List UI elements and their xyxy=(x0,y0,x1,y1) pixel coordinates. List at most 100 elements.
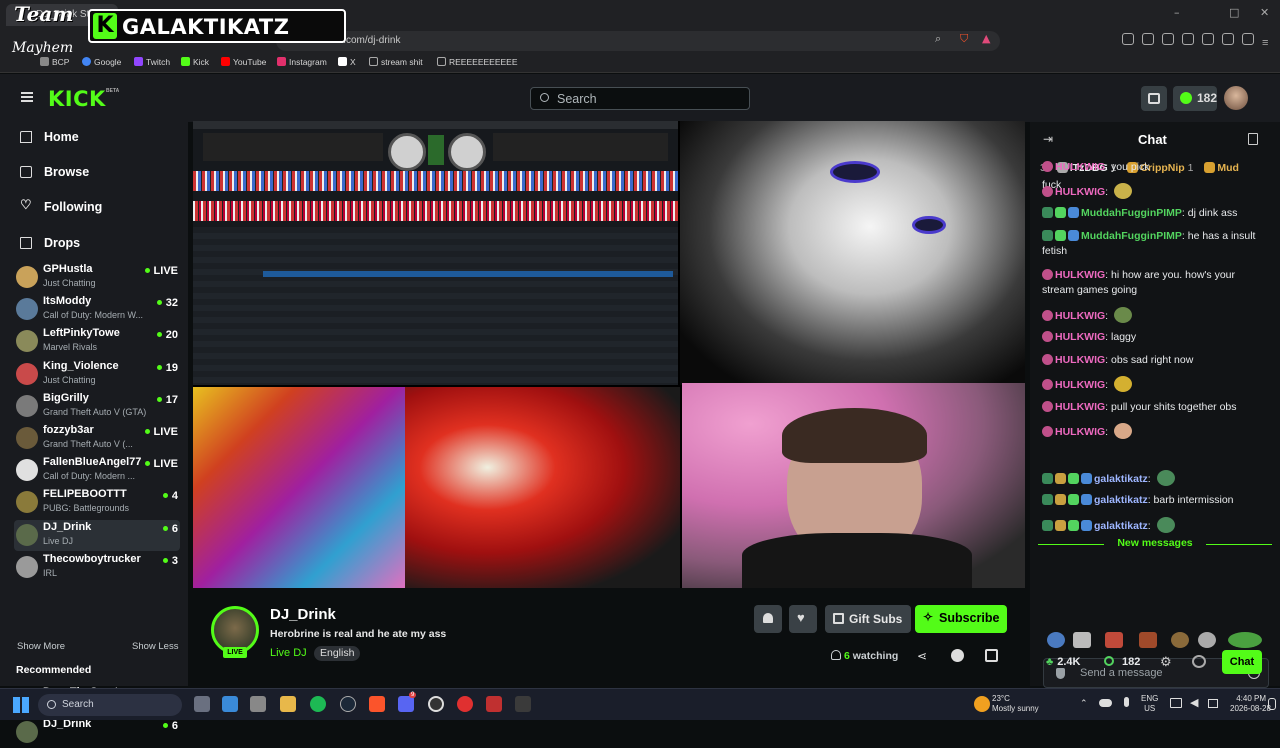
share-icon[interactable]: ⋖ xyxy=(917,649,930,663)
user-avatar[interactable] xyxy=(1224,86,1248,110)
chat-username[interactable]: HULKWIG xyxy=(1055,331,1105,343)
obs-icon[interactable] xyxy=(428,696,444,712)
emote-1-icon[interactable] xyxy=(1047,632,1065,648)
send-chat-button[interactable]: Chat xyxy=(1222,650,1262,674)
sidebar-channel[interactable]: DJ_Drink Live DJ 6 xyxy=(14,519,180,551)
language-indicator[interactable]: ENG US xyxy=(1141,694,1158,714)
sidebar-channel[interactable]: DJ_Drink 6 xyxy=(14,717,180,748)
collapse-chat-icon[interactable]: ⇥ xyxy=(1043,132,1053,146)
sidebar-channel[interactable]: FELIPEBOOTTT PUBG: Battlegrounds 4 xyxy=(14,487,180,518)
widgets-icon[interactable] xyxy=(222,696,238,712)
sidebar-channel[interactable]: King_Violence Just Chatting 19 xyxy=(14,359,180,390)
task-view-icon[interactable] xyxy=(194,696,210,712)
network-icon[interactable] xyxy=(1170,698,1182,708)
brave-shield-icon[interactable]: ⛉ xyxy=(960,32,968,46)
clock[interactable]: 4:40 PM 2026-08-28 xyxy=(1230,694,1271,714)
volume-icon[interactable]: ◀ xyxy=(1190,696,1198,709)
chat-username[interactable]: galaktikatz xyxy=(1094,473,1148,485)
stream-category[interactable]: Live DJ xyxy=(270,647,307,659)
calculator-icon[interactable] xyxy=(250,696,266,712)
leaderboard-icon[interactable] xyxy=(1248,133,1258,145)
language-tag[interactable]: English xyxy=(314,646,361,661)
extension-icon[interactable] xyxy=(1122,33,1134,45)
chat-username[interactable]: HULKWIG xyxy=(1055,379,1105,391)
bookmark-youtube[interactable]: YouTube xyxy=(221,57,266,67)
clip-icon[interactable] xyxy=(985,649,998,662)
emote-4-icon[interactable] xyxy=(1139,632,1157,648)
taskbar-search[interactable]: Search xyxy=(38,694,182,716)
follow-button[interactable]: ♥ xyxy=(789,605,817,633)
file-explorer-icon[interactable] xyxy=(280,696,296,712)
chat-username[interactable]: HULKWIG xyxy=(1055,310,1105,322)
bookmark-instagram[interactable]: Instagram xyxy=(277,57,327,67)
chat-username[interactable]: HULKWIG xyxy=(1055,354,1105,366)
layout-button[interactable] xyxy=(1141,86,1167,111)
wallet-icon[interactable] xyxy=(1202,33,1214,45)
rewards-icon[interactable]: ▲ xyxy=(982,32,990,45)
address-bar[interactable]: kick.com/dj-drink xyxy=(276,31,1000,51)
sidebar-channel[interactable]: FallenBlueAngel77 Call of Duty: Modern ..… xyxy=(14,455,180,486)
bookmark-icon[interactable] xyxy=(1162,33,1174,45)
hamburger-menu-icon[interactable] xyxy=(21,92,33,102)
notification-bell-button[interactable] xyxy=(754,605,782,633)
onedrive-icon[interactable] xyxy=(1099,699,1112,707)
chat-username[interactable]: HULKWIG xyxy=(1055,186,1105,198)
maximize-icon[interactable]: □ xyxy=(1229,6,1239,19)
chat-username[interactable]: HULKWIG xyxy=(1055,426,1105,438)
bookmark-google[interactable]: Google xyxy=(82,57,121,67)
chat-settings-icon[interactable]: ⚙ xyxy=(1160,654,1172,670)
show-less-button[interactable]: Show Less xyxy=(132,641,178,652)
menu-icon[interactable]: ≡ xyxy=(1262,33,1274,49)
vpn-icon[interactable] xyxy=(1222,33,1234,45)
show-more-button[interactable]: Show More xyxy=(17,641,65,652)
chat-username[interactable]: HULKWIG xyxy=(1055,161,1105,173)
chat-username[interactable]: MuddahFugginPIMP xyxy=(1081,230,1182,242)
weather-widget[interactable]: 23°C Mostly sunny xyxy=(992,694,1039,714)
sidebar-icon[interactable] xyxy=(1182,33,1194,45)
recorder-icon[interactable] xyxy=(457,696,473,712)
video-player[interactable] xyxy=(193,121,1025,588)
emote-5-icon[interactable] xyxy=(1171,632,1189,648)
kick-logo[interactable]: KICK xyxy=(48,87,106,111)
kicks-balance[interactable]: 182 xyxy=(1173,86,1217,111)
sidebar-channel[interactable]: BigGrilly Grand Theft Auto V (GTA) 17 xyxy=(14,391,180,422)
emote-6-icon[interactable] xyxy=(1198,632,1216,648)
emote-2-icon[interactable] xyxy=(1073,632,1091,648)
subscribe-button[interactable]: ✧ Subscribe xyxy=(915,605,1007,633)
bookmark-kick[interactable]: Kick xyxy=(181,57,209,67)
new-messages-divider[interactable]: New messages xyxy=(1038,537,1272,551)
sidebar-channel[interactable]: GPHustla Just Chatting LIVE xyxy=(14,262,180,293)
notifications-icon[interactable] xyxy=(1268,698,1276,710)
media-app-icon[interactable] xyxy=(486,696,502,712)
bookmark-bcp[interactable]: BCP xyxy=(40,57,69,67)
chat-users-icon[interactable] xyxy=(1192,655,1206,668)
pen-app-icon[interactable] xyxy=(515,696,531,712)
chat-username[interactable]: HULKWIG xyxy=(1055,269,1105,281)
microphone-icon[interactable] xyxy=(1124,697,1129,707)
sidebar-channel[interactable]: Thecowboytrucker IRL 3 xyxy=(14,552,180,583)
bookmark-twitch[interactable]: Twitch xyxy=(134,57,170,67)
discord-icon[interactable] xyxy=(398,696,414,712)
emote-7-icon[interactable] xyxy=(1228,632,1262,648)
battery-icon[interactable] xyxy=(1208,699,1218,708)
bookmark-folder-stream[interactable]: stream shit xyxy=(369,57,423,67)
channel-name[interactable]: DJ_Drink xyxy=(270,606,336,623)
bookmark-x[interactable]: X xyxy=(338,57,356,67)
info-icon[interactable] xyxy=(951,649,964,662)
spotify-icon[interactable] xyxy=(310,696,326,712)
tray-chevron-icon[interactable]: ⌃ xyxy=(1080,698,1088,709)
chat-username[interactable]: galaktikatz xyxy=(1094,494,1148,506)
bookmark-folder-ree[interactable]: REEEEEEEEEEE xyxy=(437,57,518,67)
emote-3-icon[interactable] xyxy=(1105,632,1123,648)
zoom-icon[interactable]: ⌕ xyxy=(935,32,941,46)
steam-icon[interactable] xyxy=(340,696,356,712)
puzzle-icon[interactable] xyxy=(1142,33,1154,45)
sidebar-channel[interactable]: ItsModdy Call of Duty: Modern W... 32 xyxy=(14,294,180,325)
windows-start-icon[interactable] xyxy=(13,697,29,713)
chat-username[interactable]: HULKWIG xyxy=(1055,401,1105,413)
gift-subs-button[interactable]: Gift Subs xyxy=(825,605,911,633)
chat-username[interactable]: galaktikatz xyxy=(1094,520,1148,532)
close-icon[interactable]: ✕ xyxy=(1260,6,1269,19)
search-input[interactable]: Search xyxy=(530,87,750,110)
sidebar-channel[interactable]: LeftPinkyTowe Marvel Rivals 20 xyxy=(14,326,180,357)
